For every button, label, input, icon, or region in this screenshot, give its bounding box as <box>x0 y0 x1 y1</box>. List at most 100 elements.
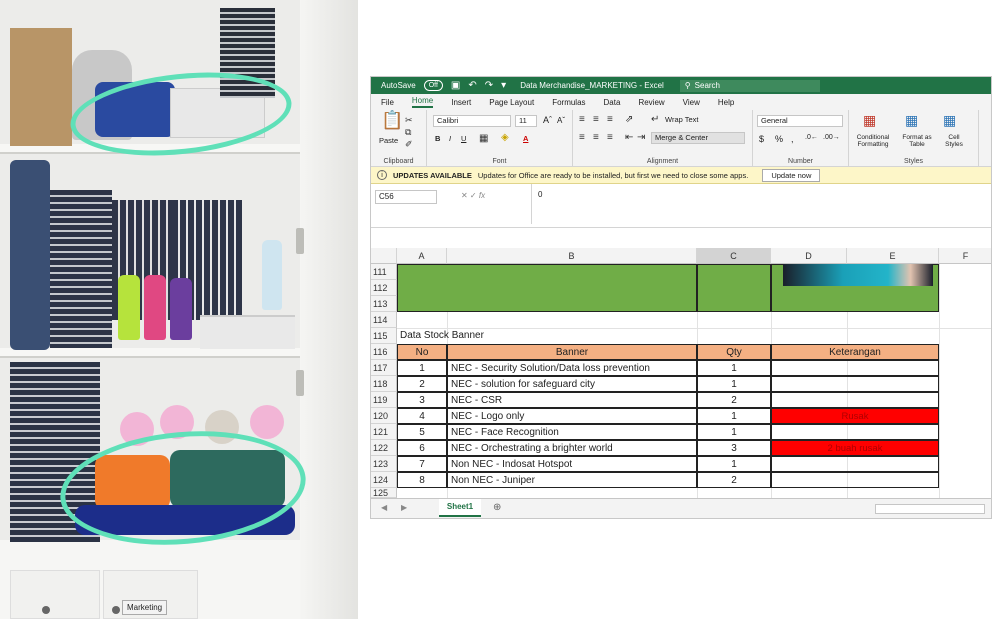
bottom-align-icon[interactable]: ≡ <box>607 114 613 126</box>
row-header[interactable]: 112 <box>371 280 397 296</box>
cell-no[interactable]: 6 <box>397 440 447 456</box>
row-header[interactable]: 119 <box>371 392 397 408</box>
cell-qty[interactable]: 1 <box>697 360 771 376</box>
number-format-box[interactable]: General <box>757 115 843 127</box>
cell-banner[interactable]: Non NEC - Indosat Hotspot <box>447 456 697 472</box>
row-header[interactable]: 115 <box>371 328 397 344</box>
tab-help[interactable]: Help <box>718 98 734 107</box>
add-sheet-icon[interactable]: ⊕ <box>493 502 501 513</box>
tab-review[interactable]: Review <box>638 98 664 107</box>
column-header-a[interactable]: A <box>397 248 447 264</box>
tab-data[interactable]: Data <box>604 98 621 107</box>
formula-input[interactable]: 0 <box>531 184 991 224</box>
cell-keterangan[interactable] <box>771 424 939 440</box>
undo-icon[interactable]: ↶ <box>468 80 476 91</box>
cell-qty[interactable]: 1 <box>697 376 771 392</box>
column-header-b[interactable]: B <box>447 248 697 264</box>
currency-icon[interactable]: $ <box>759 134 764 144</box>
format-as-table-button[interactable]: Format as Table <box>897 134 937 148</box>
cell-keterangan-alert[interactable]: Rusak <box>771 408 939 424</box>
prev-sheet-icon[interactable]: ◀ <box>381 503 387 512</box>
header-banner[interactable]: Banner <box>447 344 697 360</box>
cell-banner[interactable]: Non NEC - Juniper <box>447 472 697 488</box>
cell-no[interactable]: 3 <box>397 392 447 408</box>
row-header[interactable]: 111 <box>371 264 397 280</box>
cell-banner[interactable]: NEC - Security Solution/Data loss preven… <box>447 360 697 376</box>
paste-icon[interactable]: 📋 <box>381 111 403 129</box>
tab-view[interactable]: View <box>683 98 700 107</box>
update-now-button[interactable]: Update now <box>762 168 821 182</box>
column-header-e[interactable]: E <box>847 248 939 264</box>
tab-page-layout[interactable]: Page Layout <box>489 98 534 107</box>
horizontal-scrollbar[interactable] <box>875 504 985 514</box>
redo-icon[interactable]: ↷ <box>485 80 493 91</box>
paste-button[interactable]: Paste <box>379 136 398 145</box>
section-title[interactable]: Data Stock Banner <box>397 328 697 344</box>
cell-keterangan[interactable] <box>771 472 939 488</box>
cell-styles-icon[interactable]: ▦ <box>943 113 956 127</box>
row-header[interactable]: 121 <box>371 424 397 440</box>
column-header-d[interactable]: D <box>771 248 847 264</box>
italic-icon[interactable]: I <box>449 134 451 143</box>
column-header-c[interactable]: C <box>697 248 771 264</box>
font-name-box[interactable]: Calibri <box>433 115 511 127</box>
wrap-text-button[interactable]: Wrap Text <box>665 115 699 124</box>
autosave-toggle[interactable]: Off <box>423 80 443 91</box>
top-align-icon[interactable]: ≡ <box>579 114 585 126</box>
header-keterangan[interactable]: Keterangan <box>771 344 939 360</box>
bold-icon[interactable]: B <box>435 134 440 143</box>
underline-icon[interactable]: U <box>461 134 466 143</box>
search-box[interactable]: ⚲ Search <box>679 79 820 92</box>
cell-banner[interactable]: NEC - Logo only <box>447 408 697 424</box>
row-header[interactable]: 114 <box>371 312 397 328</box>
decrease-decimal-icon[interactable]: .00→ <box>823 134 840 141</box>
save-icon[interactable]: ▣ <box>451 80 460 91</box>
merge-center-button[interactable]: Merge & Center <box>651 132 745 144</box>
next-sheet-icon[interactable]: ▶ <box>401 503 407 512</box>
middle-align-icon[interactable]: ≡ <box>593 114 599 126</box>
cell-qty[interactable]: 1 <box>697 424 771 440</box>
green-cell-c[interactable] <box>697 264 771 312</box>
align-right-icon[interactable]: ≡ <box>607 132 613 144</box>
percent-icon[interactable]: % <box>775 134 783 144</box>
cell-banner[interactable]: NEC - Face Recognition <box>447 424 697 440</box>
increase-indent-icon[interactable]: ⇥ <box>637 132 645 144</box>
tab-formulas[interactable]: Formulas <box>552 98 585 107</box>
align-left-icon[interactable]: ≡ <box>579 132 585 144</box>
cell-styles-button[interactable]: Cell Styles <box>939 134 969 148</box>
row-header[interactable]: 116 <box>371 344 397 360</box>
cell-keterangan-alert[interactable]: 2 buah rusak <box>771 440 939 456</box>
cell-no[interactable]: 2 <box>397 376 447 392</box>
shrink-font-icon[interactable]: Aˇ <box>557 116 565 125</box>
cut-icon[interactable]: ✂ <box>405 114 413 126</box>
banner-photo-thumbnail[interactable] <box>783 264 933 286</box>
green-merged-cell[interactable] <box>397 264 697 312</box>
header-qty[interactable]: Qty <box>697 344 771 360</box>
cell-keterangan[interactable] <box>771 360 939 376</box>
borders-icon[interactable]: ▦ <box>479 133 488 145</box>
cell-keterangan[interactable] <box>771 376 939 392</box>
orientation-icon[interactable]: ⇗ <box>625 114 633 126</box>
column-header-f[interactable]: F <box>939 248 991 264</box>
fill-color-icon[interactable]: ◈ <box>501 132 509 144</box>
font-color-icon[interactable]: A <box>523 134 528 143</box>
format-painter-icon[interactable]: ✐ <box>405 138 413 150</box>
cell-keterangan[interactable] <box>771 392 939 408</box>
sheet-tab-sheet1[interactable]: Sheet1 <box>439 499 481 517</box>
cell-qty[interactable]: 2 <box>697 472 771 488</box>
tab-file[interactable]: File <box>381 98 394 107</box>
cell-qty[interactable]: 2 <box>697 392 771 408</box>
tab-insert[interactable]: Insert <box>451 98 471 107</box>
tab-home[interactable]: Home <box>411 96 434 108</box>
increase-decimal-icon[interactable]: .0← <box>805 134 818 141</box>
cell-no[interactable]: 5 <box>397 424 447 440</box>
row-header[interactable]: 120 <box>371 408 397 424</box>
grow-font-icon[interactable]: Aˆ <box>543 115 552 125</box>
cell-keterangan[interactable] <box>771 456 939 472</box>
cell-qty[interactable]: 1 <box>697 456 771 472</box>
cell-banner[interactable]: NEC - Orchestrating a brighter world <box>447 440 697 456</box>
fx-icon[interactable]: ✕ ✓ fx <box>461 191 485 200</box>
cell-no[interactable]: 7 <box>397 456 447 472</box>
wrap-text-icon[interactable]: ↵ <box>651 114 659 126</box>
conditional-formatting-icon[interactable]: ▦ <box>863 113 876 127</box>
